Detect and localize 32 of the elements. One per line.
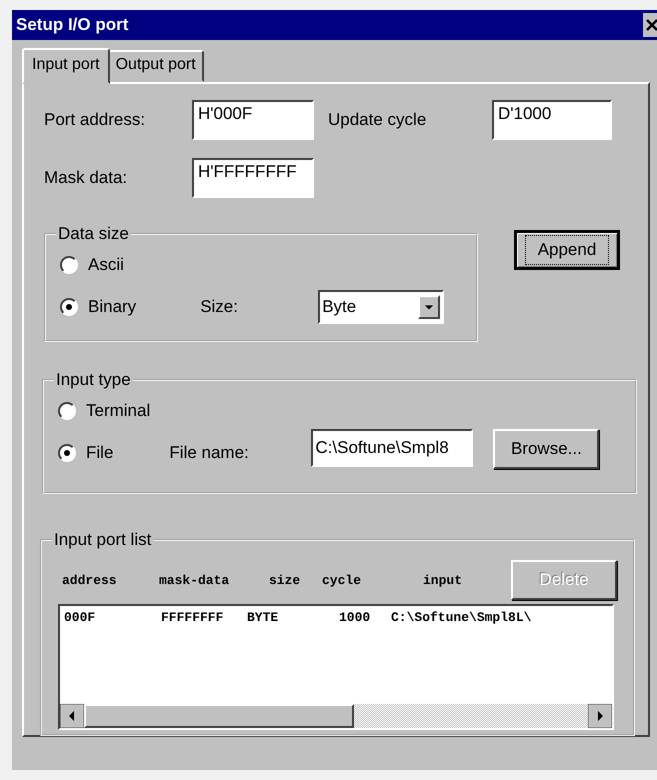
- input-field[interactable]: D'1000: [492, 100, 612, 140]
- size-dropdown[interactable]: Byte: [318, 290, 444, 324]
- field-label: Update cycle: [328, 110, 428, 130]
- column-header: mask-data: [159, 572, 230, 588]
- radio-label[interactable]: File: [86, 443, 114, 463]
- list-cell-text: 1000: [339, 610, 372, 625]
- column-header: address: [62, 572, 118, 588]
- column-header: size: [269, 572, 302, 588]
- tab[interactable]: Output port: [108, 50, 204, 82]
- list-cell-text: FFFFFFFF: [161, 610, 224, 625]
- list-cell: C:\Softune\Smpl8L\: [391, 610, 532, 625]
- radio-label[interactable]: Binary: [88, 297, 136, 317]
- column-header: input: [423, 572, 464, 588]
- radio-label[interactable]: Ascii: [88, 255, 124, 275]
- list-cell-text: 000F: [64, 610, 96, 625]
- field-label: Size:: [200, 297, 239, 317]
- input-field[interactable]: H'FFFFFFFF: [192, 158, 314, 198]
- append-button[interactable]: Append: [514, 230, 620, 270]
- field-label: Port address:: [44, 110, 146, 130]
- window-title: Setup I/O port: [15, 15, 128, 35]
- group-title: Data size: [57, 224, 130, 244]
- radio-label[interactable]: Terminal: [86, 401, 150, 421]
- tab[interactable]: Input port: [22, 48, 110, 84]
- browse-button[interactable]: Browse...: [493, 429, 600, 469]
- field-label: Mask data:: [44, 168, 128, 188]
- list-cell-text: BYTE: [247, 610, 280, 625]
- file-name-field[interactable]: C:\Softune\Smpl8: [311, 429, 474, 467]
- column-header: cycle: [322, 572, 362, 588]
- group-title: Input type: [55, 370, 132, 390]
- group-title: Input port list: [53, 530, 152, 550]
- input-field[interactable]: H'000F: [192, 100, 314, 140]
- field-label: File name:: [169, 443, 250, 463]
